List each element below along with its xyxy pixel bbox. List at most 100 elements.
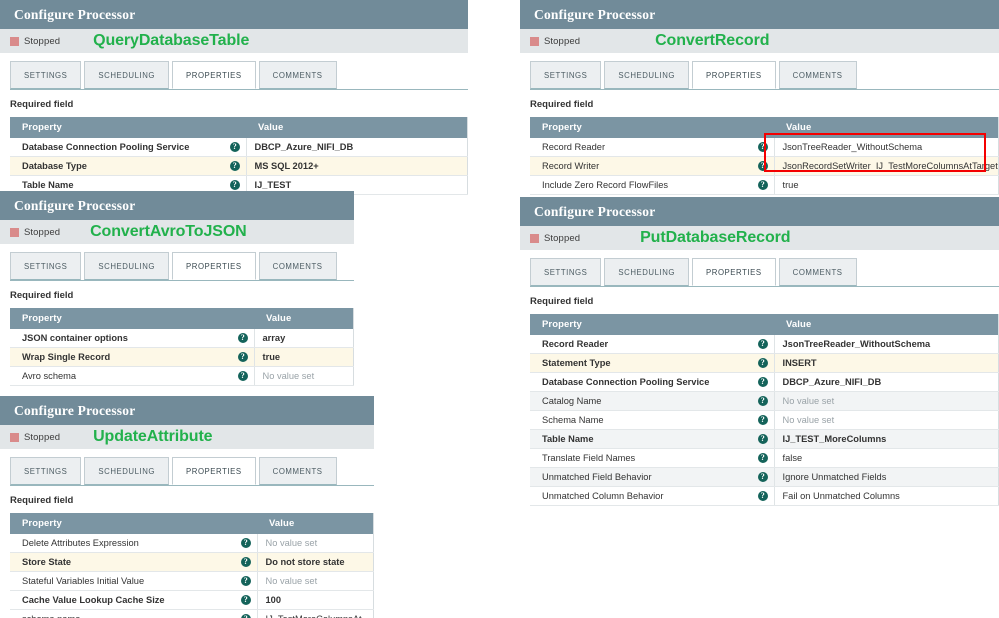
tab-settings[interactable]: SETTINGS [530, 61, 602, 89]
tab-scheduling[interactable]: SCHEDULING [84, 252, 170, 280]
help-cell[interactable]: ? [752, 353, 774, 373]
help-icon[interactable]: ? [240, 538, 251, 549]
property-value[interactable]: Ignore Unmatched Fields [773, 467, 999, 487]
table-row[interactable]: Cache Value Lookup Cache Size ? 100 [10, 590, 374, 610]
tab-comments[interactable]: COMMENTS [778, 61, 857, 89]
help-icon[interactable]: ? [757, 491, 768, 502]
table-row[interactable]: schema.name ? IJ_TestMoreColumnsAtTarget [10, 609, 374, 618]
tab-settings[interactable]: SETTINGS [10, 457, 82, 485]
help-cell[interactable]: ? [752, 372, 774, 392]
table-row[interactable]: Statement Type ? INSERT [530, 353, 999, 373]
table-row[interactable]: Record Reader ? JsonTreeReader_WithoutSc… [530, 335, 999, 354]
help-cell[interactable]: ? [752, 448, 774, 468]
help-cell[interactable]: ? [235, 552, 257, 572]
help-cell[interactable]: ? [235, 609, 257, 618]
tab-properties[interactable]: PROPERTIES [172, 252, 256, 280]
property-value[interactable]: array [253, 329, 354, 348]
table-row[interactable]: Database Connection Pooling Service ? DB… [530, 372, 999, 392]
help-icon[interactable]: ? [240, 595, 251, 606]
property-value[interactable]: MS SQL 2012+ [245, 156, 468, 176]
help-cell[interactable]: ? [232, 347, 254, 367]
table-row[interactable]: Record Writer ? JsonRecordSetWriter_IJ_T… [530, 156, 999, 176]
help-cell[interactable]: ? [752, 335, 774, 354]
property-value[interactable]: No value set [773, 391, 999, 411]
table-row[interactable]: Avro schema ? No value set [10, 366, 354, 386]
help-icon[interactable]: ? [757, 396, 768, 407]
help-cell[interactable]: ? [752, 467, 774, 487]
help-icon[interactable]: ? [757, 453, 768, 464]
property-value[interactable]: 100 [256, 590, 374, 610]
property-value[interactable]: false [773, 448, 999, 468]
help-cell[interactable]: ? [752, 391, 774, 411]
property-value[interactable]: DBCP_Azure_NIFI_DB [245, 138, 468, 157]
table-row[interactable]: Unmatched Column Behavior ? Fail on Unma… [530, 486, 999, 506]
tab-comments[interactable]: COMMENTS [258, 61, 337, 89]
property-value[interactable]: Fail on Unmatched Columns [773, 486, 999, 506]
help-cell[interactable]: ? [224, 156, 246, 176]
property-value[interactable]: JsonTreeReader_WithoutSchema [773, 138, 999, 157]
tab-comments[interactable]: COMMENTS [258, 252, 337, 280]
table-row[interactable]: Schema Name ? No value set [530, 410, 999, 430]
tab-comments[interactable]: COMMENTS [778, 258, 857, 286]
property-value[interactable]: IJ_TestMoreColumnsAtTarget [256, 609, 374, 618]
tab-scheduling[interactable]: SCHEDULING [604, 258, 690, 286]
tab-settings[interactable]: SETTINGS [530, 258, 602, 286]
property-value[interactable]: INSERT [773, 353, 999, 373]
help-cell[interactable]: ? [752, 410, 774, 430]
help-icon[interactable]: ? [757, 161, 768, 172]
table-row[interactable]: Database Connection Pooling Service ? DB… [10, 138, 468, 157]
help-cell[interactable]: ? [235, 590, 257, 610]
table-row[interactable]: Include Zero Record FlowFiles ? true [530, 175, 999, 195]
help-icon[interactable]: ? [237, 371, 248, 382]
table-row[interactable]: Wrap Single Record ? true [10, 347, 354, 367]
property-value[interactable]: true [773, 175, 999, 195]
table-row[interactable]: Translate Field Names ? false [530, 448, 999, 468]
tab-properties[interactable]: PROPERTIES [172, 61, 256, 89]
help-cell[interactable]: ? [232, 329, 254, 348]
table-row[interactable]: Record Reader ? JsonTreeReader_WithoutSc… [530, 138, 999, 157]
tab-properties[interactable]: PROPERTIES [692, 258, 776, 286]
table-row[interactable]: Stateful Variables Initial Value ? No va… [10, 571, 374, 591]
property-value[interactable]: true [253, 347, 354, 367]
property-value[interactable]: No value set [773, 410, 999, 430]
tab-scheduling[interactable]: SCHEDULING [84, 457, 170, 485]
help-icon[interactable]: ? [757, 339, 768, 350]
help-icon[interactable]: ? [757, 472, 768, 483]
help-cell[interactable]: ? [752, 138, 774, 157]
help-icon[interactable]: ? [757, 434, 768, 445]
table-row[interactable]: JSON container options ? array [10, 329, 354, 348]
help-icon[interactable]: ? [229, 142, 240, 153]
property-value[interactable]: JsonTreeReader_WithoutSchema [773, 335, 999, 354]
help-cell[interactable]: ? [235, 534, 257, 553]
tab-settings[interactable]: SETTINGS [10, 252, 82, 280]
help-cell[interactable]: ? [235, 571, 257, 591]
tab-comments[interactable]: COMMENTS [258, 457, 337, 485]
property-value[interactable]: No value set [256, 571, 374, 591]
help-icon[interactable]: ? [240, 614, 251, 618]
help-icon[interactable]: ? [237, 352, 248, 363]
property-value[interactable]: IJ_TEST_MoreColumns [773, 429, 999, 449]
help-icon[interactable]: ? [757, 180, 768, 191]
help-icon[interactable]: ? [229, 180, 240, 191]
help-icon[interactable]: ? [240, 576, 251, 587]
help-cell[interactable]: ? [752, 175, 774, 195]
property-value[interactable]: Do not store state [256, 552, 374, 572]
table-row[interactable]: Store State ? Do not store state [10, 552, 374, 572]
help-icon[interactable]: ? [757, 142, 768, 153]
help-cell[interactable]: ? [752, 429, 774, 449]
tab-scheduling[interactable]: SCHEDULING [84, 61, 170, 89]
help-icon[interactable]: ? [237, 333, 248, 344]
help-cell[interactable]: ? [752, 486, 774, 506]
tab-settings[interactable]: SETTINGS [10, 61, 82, 89]
property-value[interactable]: DBCP_Azure_NIFI_DB [773, 372, 999, 392]
table-row[interactable]: Database Type ? MS SQL 2012+ [10, 156, 468, 176]
help-cell[interactable]: ? [232, 366, 254, 386]
tab-properties[interactable]: PROPERTIES [172, 457, 256, 485]
tab-properties[interactable]: PROPERTIES [692, 61, 776, 89]
property-value[interactable]: No value set [256, 534, 374, 553]
tab-scheduling[interactable]: SCHEDULING [604, 61, 690, 89]
table-row[interactable]: Table Name ? IJ_TEST_MoreColumns [530, 429, 999, 449]
table-row[interactable]: Catalog Name ? No value set [530, 391, 999, 411]
property-value[interactable]: JsonRecordSetWriter_IJ_TestMoreColumnsAt… [773, 156, 999, 176]
help-cell[interactable]: ? [752, 156, 774, 176]
